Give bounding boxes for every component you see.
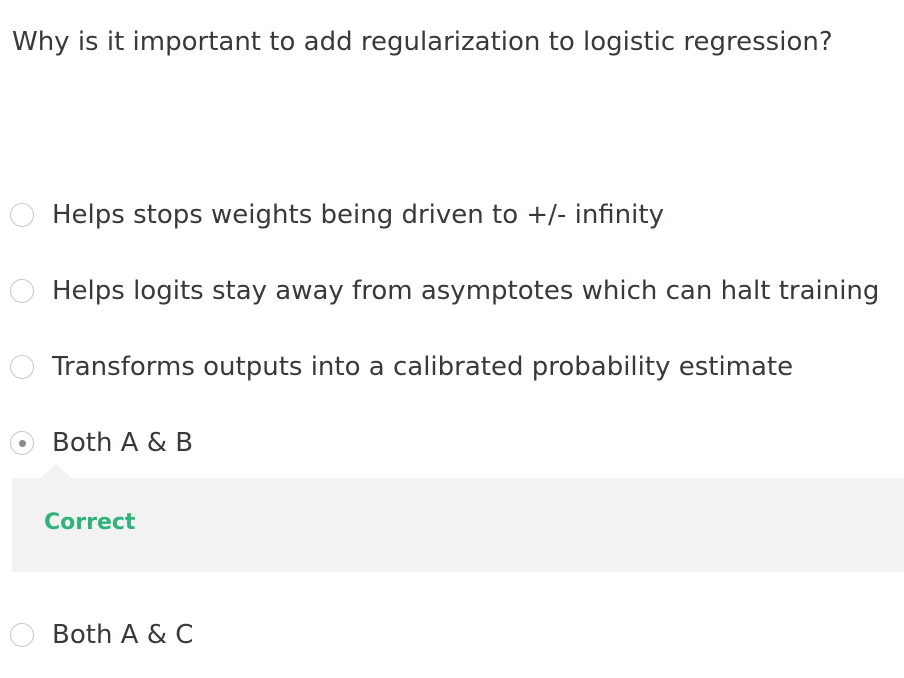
feedback-panel: Correct — [12, 464, 904, 572]
radio-button-a[interactable] — [10, 203, 34, 227]
answer-option-b[interactable]: Helps logits stay away from asymptotes w… — [10, 271, 879, 311]
answer-option-d[interactable]: Both A & B — [10, 423, 193, 463]
question-text: Why is it important to add regularizatio… — [12, 27, 833, 57]
answer-option-e[interactable]: Both A & C — [10, 615, 193, 655]
answer-option-label: Both A & B — [52, 428, 194, 458]
answer-option-c[interactable]: Transforms outputs into a calibrated pro… — [10, 347, 793, 387]
answer-option-label: Both A & C — [52, 620, 194, 650]
answer-option-label: Transforms outputs into a calibrated pro… — [52, 352, 794, 382]
radio-button-e[interactable] — [10, 623, 34, 647]
radio-button-b[interactable] — [10, 279, 34, 303]
answer-option-label: Helps stops weights being driven to +/- … — [52, 200, 664, 230]
feedback-correct-label: Correct — [44, 510, 136, 535]
answer-option-a[interactable]: Helps stops weights being driven to +/- … — [10, 195, 664, 235]
radio-button-c[interactable] — [10, 355, 34, 379]
radio-button-d-selected[interactable] — [10, 431, 34, 455]
answer-option-label: Helps logits stay away from asymptotes w… — [52, 276, 880, 306]
